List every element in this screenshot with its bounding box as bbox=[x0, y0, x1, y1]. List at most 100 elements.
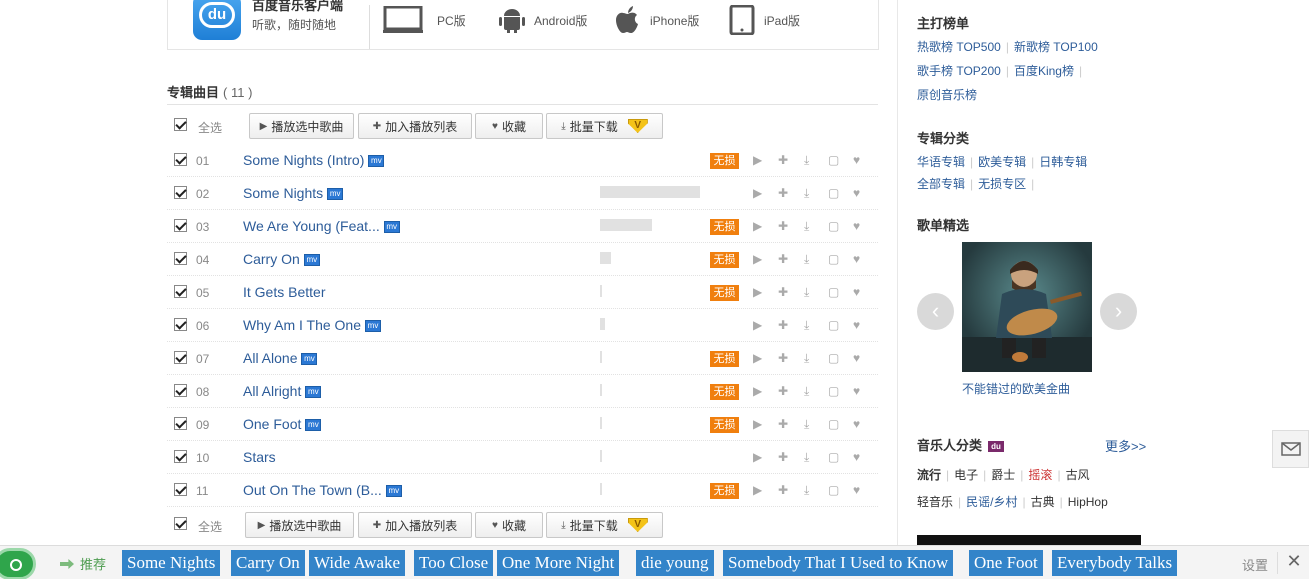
lossless-badge[interactable]: 无损 bbox=[710, 153, 739, 169]
recommend-tag[interactable]: die young bbox=[636, 550, 714, 576]
bookmark-icon[interactable]: ▢ bbox=[828, 318, 839, 332]
playlist-caption[interactable]: 不能错过的欧美金曲 bbox=[962, 380, 1070, 397]
heart-icon[interactable]: ♥ bbox=[853, 318, 860, 332]
track-row[interactable]: 11 Out On The Town (B... mv 无损 ▶ ✚ ⤓ ▢ ♥ bbox=[167, 474, 878, 507]
recommend-tag[interactable]: One More Night bbox=[497, 550, 620, 576]
add-to-playlist-button[interactable]: ✚ 加入播放列表 bbox=[358, 512, 472, 538]
favorite-button[interactable]: ♥ 收藏 bbox=[475, 512, 543, 538]
mv-icon[interactable]: mv bbox=[327, 188, 344, 200]
recommend-tag[interactable]: Everybody Talks bbox=[1052, 550, 1178, 576]
play-icon[interactable]: ▶ bbox=[753, 384, 762, 398]
download-icon[interactable]: ⤓ bbox=[804, 450, 809, 464]
recommend-tag[interactable]: Too Close bbox=[414, 550, 494, 576]
download-icon[interactable]: ⤓ bbox=[804, 252, 809, 266]
heart-icon[interactable]: ♥ bbox=[853, 285, 860, 299]
track-row[interactable]: 09 One Foot mv 无损 ▶ ✚ ⤓ ▢ ♥ bbox=[167, 408, 878, 441]
play-icon[interactable]: ▶ bbox=[753, 285, 762, 299]
heart-icon[interactable]: ♥ bbox=[853, 450, 860, 464]
heart-icon[interactable]: ♥ bbox=[853, 219, 860, 233]
track-title[interactable]: All Alone mv bbox=[243, 350, 318, 366]
playlist-cover-image[interactable] bbox=[962, 242, 1092, 372]
favorite-button[interactable]: ♥ 收藏 bbox=[475, 113, 543, 139]
track-checkbox[interactable] bbox=[174, 450, 187, 463]
track-title[interactable]: It Gets Better bbox=[243, 284, 325, 300]
play-selected-button[interactable]: ▶ 播放选中歌曲 bbox=[245, 512, 354, 538]
album-cat-jpkr[interactable]: 日韩专辑 bbox=[1039, 155, 1087, 169]
track-row[interactable]: 05 It Gets Better 无损 ▶ ✚ ⤓ ▢ ♥ bbox=[167, 276, 878, 309]
platform-iphone-link[interactable]: iPhone版 bbox=[614, 5, 699, 35]
track-title[interactable]: Carry On mv bbox=[243, 251, 320, 267]
bookmark-icon[interactable]: ▢ bbox=[828, 450, 839, 464]
track-row[interactable]: 01 Some Nights (Intro) mv 无损 ▶ ✚ ⤓ ▢ ♥ bbox=[167, 144, 878, 177]
play-icon[interactable]: ▶ bbox=[753, 417, 762, 431]
bookmark-icon[interactable]: ▢ bbox=[828, 219, 839, 233]
lossless-badge[interactable]: 无损 bbox=[710, 417, 739, 433]
heart-icon[interactable]: ♥ bbox=[853, 252, 860, 266]
lossless-badge[interactable]: 无损 bbox=[710, 285, 739, 301]
album-cat-all[interactable]: 全部专辑 bbox=[917, 177, 965, 191]
mv-icon[interactable]: mv bbox=[368, 155, 385, 167]
recommend-tag[interactable]: Carry On bbox=[231, 550, 305, 576]
platform-android-link[interactable]: Android版 bbox=[498, 5, 587, 35]
play-icon[interactable]: ▶ bbox=[753, 186, 762, 200]
feedback-button[interactable] bbox=[1272, 430, 1309, 468]
track-row[interactable]: 07 All Alone mv 无损 ▶ ✚ ⤓ ▢ ♥ bbox=[167, 342, 878, 375]
track-title-text[interactable]: It Gets Better bbox=[243, 284, 325, 300]
track-title-text[interactable]: One Foot bbox=[243, 416, 301, 432]
more-link[interactable]: 更多>> bbox=[1105, 436, 1146, 455]
heart-icon[interactable]: ♥ bbox=[853, 417, 860, 431]
track-title-text[interactable]: Why Am I The One bbox=[243, 317, 361, 333]
mv-icon[interactable]: mv bbox=[305, 386, 322, 398]
album-cat-western[interactable]: 欧美专辑 bbox=[978, 155, 1026, 169]
plus-icon[interactable]: ✚ bbox=[778, 285, 788, 299]
track-row[interactable]: 03 We Are Young (Feat... mv 无损 ▶ ✚ ⤓ ▢ ♥ bbox=[167, 210, 878, 243]
download-icon[interactable]: ⤓ bbox=[804, 417, 809, 431]
play-icon[interactable]: ▶ bbox=[753, 483, 762, 497]
close-icon[interactable]: ✕ bbox=[1284, 551, 1304, 571]
heart-icon[interactable]: ♥ bbox=[853, 351, 860, 365]
recommend-tag[interactable]: One Foot bbox=[969, 550, 1043, 576]
track-checkbox[interactable] bbox=[174, 384, 187, 397]
genre-electronic[interactable]: 电子 bbox=[954, 468, 978, 482]
track-row[interactable]: 06 Why Am I The One mv ▶ ✚ ⤓ ▢ ♥ bbox=[167, 309, 878, 342]
track-checkbox[interactable] bbox=[174, 483, 187, 496]
download-icon[interactable]: ⤓ bbox=[804, 318, 809, 332]
heart-icon[interactable]: ♥ bbox=[853, 384, 860, 398]
track-checkbox[interactable] bbox=[174, 186, 187, 199]
heart-icon[interactable]: ♥ bbox=[853, 186, 860, 200]
plus-icon[interactable]: ✚ bbox=[778, 351, 788, 365]
select-all-checkbox[interactable] bbox=[174, 517, 187, 530]
lossless-badge[interactable]: 无损 bbox=[710, 483, 739, 499]
track-row[interactable]: 10 Stars ▶ ✚ ⤓ ▢ ♥ bbox=[167, 441, 878, 474]
track-title-text[interactable]: Some Nights bbox=[243, 185, 323, 201]
genre-gufeng[interactable]: 古风 bbox=[1066, 468, 1090, 482]
platform-pc-link[interactable]: PC版 bbox=[383, 5, 466, 35]
track-row[interactable]: 08 All Alright mv 无损 ▶ ✚ ⤓ ▢ ♥ bbox=[167, 375, 878, 408]
lossless-badge[interactable]: 无损 bbox=[710, 384, 739, 400]
track-title[interactable]: Some Nights mv bbox=[243, 185, 344, 201]
track-title-text[interactable]: Some Nights (Intro) bbox=[243, 152, 364, 168]
add-to-playlist-button[interactable]: ✚ 加入播放列表 bbox=[358, 113, 472, 139]
genre-hiphop[interactable]: HipHop bbox=[1068, 495, 1108, 509]
play-selected-button[interactable]: ▶ 播放选中歌曲 bbox=[249, 113, 354, 139]
play-icon[interactable]: ▶ bbox=[753, 219, 762, 233]
download-icon[interactable]: ⤓ bbox=[804, 384, 809, 398]
download-icon[interactable]: ⤓ bbox=[804, 186, 809, 200]
play-icon[interactable]: ▶ bbox=[753, 450, 762, 464]
track-title-text[interactable]: Stars bbox=[243, 449, 276, 465]
track-title[interactable]: Out On The Town (B... mv bbox=[243, 482, 402, 498]
batch-download-button[interactable]: ⤓ 批量下载 V bbox=[546, 113, 663, 139]
mv-icon[interactable]: mv bbox=[303, 254, 320, 266]
select-all-checkbox[interactable] bbox=[174, 118, 187, 131]
album-cat-lossless[interactable]: 无损专区 bbox=[978, 177, 1026, 191]
genre-classical[interactable]: 古典 bbox=[1031, 495, 1055, 509]
client-title[interactable]: 百度音乐客户端 bbox=[252, 0, 343, 14]
carousel-prev-button[interactable]: ‹ bbox=[917, 293, 954, 330]
track-row[interactable]: 02 Some Nights mv ▶ ✚ ⤓ ▢ ♥ bbox=[167, 177, 878, 210]
plus-icon[interactable]: ✚ bbox=[778, 252, 788, 266]
lossless-badge[interactable]: 无损 bbox=[710, 252, 739, 268]
plus-icon[interactable]: ✚ bbox=[778, 384, 788, 398]
track-title-text[interactable]: All Alright bbox=[243, 383, 301, 399]
mv-icon[interactable]: mv bbox=[305, 419, 322, 431]
mv-icon[interactable]: mv bbox=[383, 221, 400, 233]
